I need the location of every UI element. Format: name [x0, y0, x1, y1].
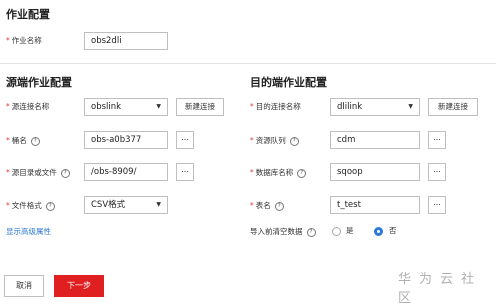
help-icon[interactable]: ?	[274, 201, 284, 211]
radio-no-label: 否	[389, 226, 397, 235]
job-name-input[interactable]: obs2dli	[84, 32, 168, 50]
show-advanced-link[interactable]: 显示高级属性	[6, 226, 51, 237]
destination-connection-select[interactable]: dlilink ▼	[330, 98, 420, 116]
destination-queue-label: * 资源队列?	[250, 135, 299, 147]
cancel-button[interactable]: 取消	[4, 275, 44, 297]
destination-table-input[interactable]: t_test	[330, 196, 420, 214]
help-icon[interactable]: ?	[306, 227, 316, 237]
watermark: 华为云社区	[398, 272, 483, 306]
chevron-down-icon: ▼	[408, 103, 413, 110]
source-dir-label: * 源目录或文件?	[6, 167, 70, 179]
chevron-down-icon: ▼	[156, 201, 161, 208]
destination-database-browse-button[interactable]: ...	[428, 163, 446, 181]
help-icon[interactable]: ?	[30, 136, 40, 146]
source-format-select[interactable]: CSV格式 ▼	[84, 196, 168, 214]
help-icon[interactable]: ?	[45, 201, 55, 211]
destination-database-input[interactable]: sqoop	[330, 163, 420, 181]
next-step-button[interactable]: 下一步	[54, 275, 104, 297]
destination-new-connection-button[interactable]: 新建连接	[428, 98, 478, 116]
radio-yes[interactable]	[332, 227, 341, 236]
destination-section-title: 目的端作业配置	[250, 76, 327, 89]
job-section-title: 作业配置	[6, 8, 50, 21]
radio-yes-label: 是	[346, 226, 354, 235]
help-icon[interactable]: ?	[297, 168, 307, 178]
destination-queue-browse-button[interactable]: ...	[428, 131, 446, 149]
help-icon[interactable]: ?	[289, 136, 299, 146]
source-dir-browse-button[interactable]: ...	[176, 163, 194, 181]
help-icon[interactable]: ?	[60, 168, 70, 178]
source-bucket-label: * 桶名?	[6, 135, 40, 147]
chevron-down-icon: ▼	[156, 103, 161, 110]
divider	[0, 63, 496, 64]
destination-table-browse-button[interactable]: ...	[428, 196, 446, 214]
destination-connection-label: * 目的连接名称	[250, 102, 301, 111]
source-section-title: 源端作业配置	[6, 76, 72, 89]
radio-no[interactable]	[374, 227, 383, 236]
source-bucket-input[interactable]: obs-a0b377	[84, 131, 168, 149]
destination-queue-input[interactable]: cdm	[330, 131, 420, 149]
destination-table-label: * 表名?	[250, 200, 284, 212]
source-format-label: * 文件格式?	[6, 200, 55, 212]
source-bucket-browse-button[interactable]: ...	[176, 131, 194, 149]
destination-database-label: * 数据库名称?	[250, 167, 307, 179]
source-new-connection-button[interactable]: 新建连接	[176, 98, 224, 116]
source-connection-label: * 源连接名称	[6, 102, 50, 111]
job-name-label: * 作业名称	[6, 36, 42, 45]
source-connection-select[interactable]: obslink ▼	[84, 98, 168, 116]
required-marker: *	[6, 36, 10, 45]
clear-before-import-label: 导入前清空数据?	[250, 226, 316, 238]
source-dir-input[interactable]: /obs-8909/	[84, 163, 168, 181]
